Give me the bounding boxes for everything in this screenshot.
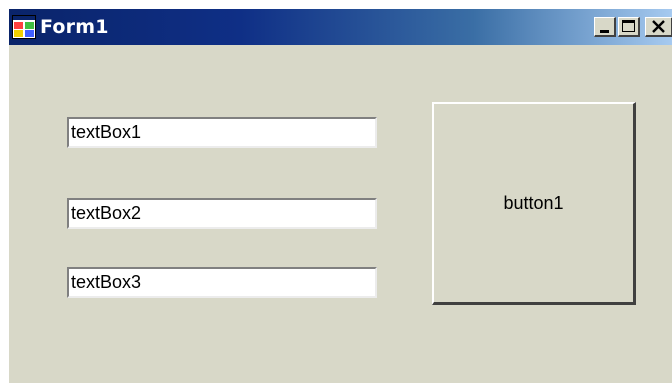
minimize-button[interactable] <box>594 17 616 37</box>
button-1-label: button1 <box>503 192 564 213</box>
maximize-button[interactable] <box>618 17 640 37</box>
title-bar[interactable]: Form1 <box>9 9 672 45</box>
form-icon[interactable] <box>12 15 36 39</box>
button-1[interactable]: button1 <box>432 102 636 305</box>
form1-window: Form1 bu <box>8 8 672 383</box>
textbox-3[interactable] <box>67 267 377 298</box>
close-button[interactable] <box>645 17 672 37</box>
textbox-1[interactable] <box>67 117 377 148</box>
window-title: Form1 <box>40 16 109 38</box>
textbox-2[interactable] <box>67 198 377 229</box>
